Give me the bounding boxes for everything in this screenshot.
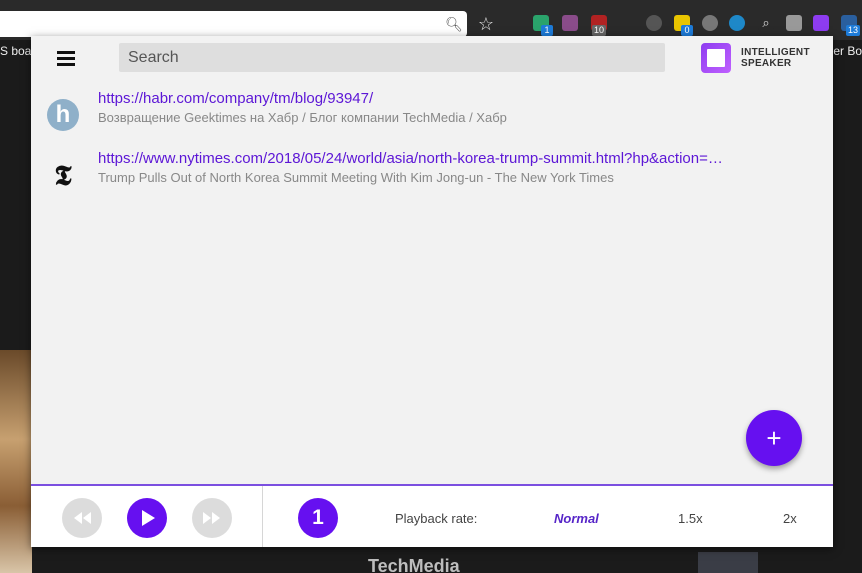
add-article-button[interactable]: + [746, 410, 802, 466]
playback-rate-label: Playback rate: [395, 511, 478, 526]
intelligent-speaker-extension-icon[interactable] [813, 15, 829, 31]
rate-option-1-5x[interactable]: 1.5x [678, 511, 703, 526]
article-title: Trump Pulls Out of North Korea Summit Me… [98, 170, 614, 185]
rate-option-normal[interactable]: Normal [554, 511, 599, 526]
player-divider [262, 486, 263, 547]
extension-badge: 0 [681, 25, 693, 36]
rewind-button[interactable] [62, 498, 102, 538]
extension-icon[interactable] [786, 15, 802, 31]
extension-icon[interactable] [646, 15, 662, 31]
logo-line-2: SPEAKER [741, 58, 792, 69]
queue-count-badge[interactable]: 1 [298, 498, 338, 538]
menu-button[interactable] [55, 49, 79, 67]
extension-badge: 10 [592, 25, 607, 36]
list-item[interactable]: https://www.nytimes.com/2018/05/24/world… [31, 150, 833, 204]
article-url[interactable]: https://habr.com/company/tm/blog/93947/ [98, 90, 788, 107]
search-input[interactable] [119, 43, 665, 72]
popup-header: INTELLIGENT SPEAKER [31, 36, 833, 78]
extension-badge: 1 [541, 25, 553, 36]
zoom-icon[interactable]: 🔍︎ [445, 15, 463, 33]
extension-icon[interactable] [702, 15, 718, 31]
article-title: Возвращение Geektimes на Хабр / Блог ком… [98, 110, 507, 125]
extension-popup: INTELLIGENT SPEAKER h https://habr.com/c… [31, 36, 833, 547]
fast-forward-icon [203, 512, 220, 524]
background-image [698, 552, 758, 573]
search-icon[interactable]: ⌕ [758, 15, 774, 31]
background-page-title: TechMedia [368, 556, 460, 573]
logo-line-1: INTELLIGENT [741, 47, 810, 58]
extension-badge: 13 [846, 25, 861, 36]
bookmark-item[interactable]: S boa [0, 44, 31, 58]
fast-forward-button[interactable] [192, 498, 232, 538]
play-icon [142, 510, 155, 526]
player-bar: 1 Playback rate: Normal 1.5x 2x [31, 484, 833, 547]
hamburger-icon [57, 51, 75, 54]
background-photo [0, 350, 32, 573]
address-bar[interactable] [0, 11, 467, 37]
list-item[interactable]: https://habr.com/company/tm/blog/93947/ … [31, 90, 833, 144]
bookmark-item[interactable]: er Bo [833, 44, 862, 58]
extension-icon[interactable] [562, 15, 578, 31]
play-button[interactable] [127, 498, 167, 538]
rate-option-2x[interactable]: 2x [783, 511, 797, 526]
bookmark-star-icon[interactable]: ☆ [476, 13, 496, 35]
extension-icon[interactable] [729, 15, 745, 31]
article-url[interactable]: https://www.nytimes.com/2018/05/24/world… [98, 150, 788, 167]
intelligent-speaker-logo-icon [701, 43, 731, 73]
logo-text: INTELLIGENT SPEAKER [741, 47, 821, 69]
rewind-icon [74, 512, 91, 524]
